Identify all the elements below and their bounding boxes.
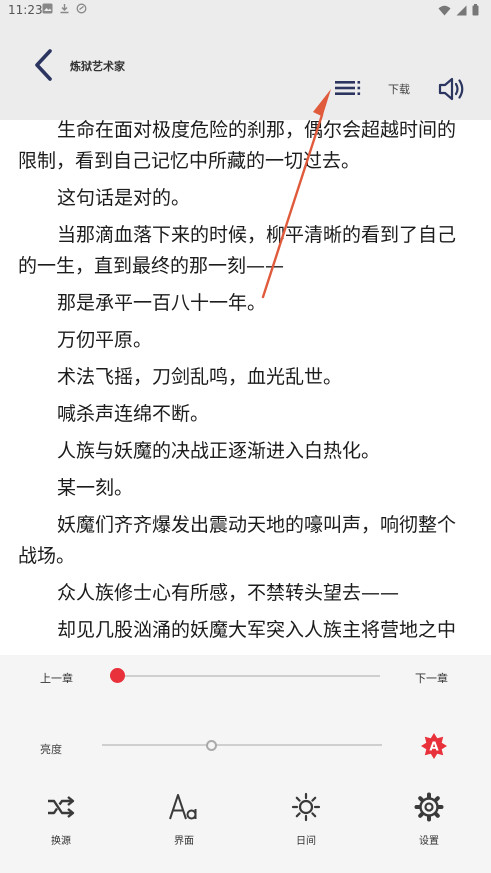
paragraph: 生命在面对极度危险的刹那，偶尔会超越时间的限制，看到自己记忆中所藏的一切过去。 <box>18 120 457 172</box>
svg-text:A: A <box>429 740 439 754</box>
signal-icon <box>456 5 467 15</box>
interface-label: 界面 <box>174 836 194 847</box>
download-icon <box>60 4 69 14</box>
menu-icon[interactable] <box>333 76 363 100</box>
brightness-label: 亮度 <box>40 743 62 756</box>
settings-button[interactable]: 设置 <box>394 790 464 847</box>
book-title: 炼狱艺术家 <box>70 60 125 73</box>
reading-area[interactable]: 生命在面对极度危险的刹那，偶尔会超越时间的限制，看到自己记忆中所藏的一切过去。 … <box>0 120 491 655</box>
paragraph: 妖魔们齐齐爆发出震动天地的嚎叫声，响彻整个战场。 <box>18 514 457 567</box>
auto-brightness-icon[interactable]: A <box>420 732 448 760</box>
paragraph: 人族与妖魔的决战正逐渐进入白热化。 <box>57 440 381 462</box>
battery-icon <box>472 4 479 16</box>
paragraph: 当那滴血落下来的时候，柳平清晰的看到了自己的一生，直到最终的那一刻—— <box>18 224 457 277</box>
paragraph: 术法飞摇，刀剑乱鸣，血光乱世。 <box>57 366 343 388</box>
paragraph: 喊杀声连绵不断。 <box>57 403 210 425</box>
back-icon[interactable] <box>30 48 58 82</box>
day-mode-button[interactable]: 日间 <box>271 790 341 847</box>
switch-source-icon <box>48 796 75 818</box>
gallery-icon <box>42 3 53 14</box>
gear-icon <box>414 792 444 822</box>
brightness-thumb[interactable] <box>205 739 217 751</box>
sun-icon <box>291 792 321 822</box>
interface-button[interactable]: 界面 <box>149 790 219 847</box>
chapter-progress-thumb[interactable] <box>110 668 125 683</box>
prev-chapter-button[interactable]: 上一章 <box>40 670 73 686</box>
paragraph: 众人族修士心有所感，不禁转头望去—— <box>57 582 400 604</box>
download-button[interactable]: 下载 <box>388 81 410 97</box>
font-icon <box>169 794 197 820</box>
speaker-icon[interactable] <box>436 74 466 104</box>
chapter-progress-track[interactable] <box>110 675 380 677</box>
paragraph: 却见几股汹涌的妖魔大军突入人族主将营地之中 <box>57 619 457 641</box>
status-bar: 11:23 <box>0 0 491 22</box>
paragraph: 万仞平原。 <box>57 329 153 351</box>
switch-source-button[interactable]: 换源 <box>26 790 96 847</box>
settings-label: 设置 <box>419 836 439 847</box>
brightness-track[interactable] <box>102 744 382 746</box>
day-mode-label: 日间 <box>296 836 316 847</box>
status-time: 11:23 <box>8 3 43 17</box>
wifi-icon <box>438 5 451 15</box>
switch-source-label: 换源 <box>51 836 71 847</box>
paragraph: 某一刻。 <box>57 477 134 499</box>
next-chapter-button[interactable]: 下一章 <box>415 670 448 686</box>
paragraph: 这句话是对的。 <box>57 187 191 209</box>
paragraph: 那是承平一百八十一年。 <box>57 292 267 314</box>
sync-icon <box>76 3 87 14</box>
